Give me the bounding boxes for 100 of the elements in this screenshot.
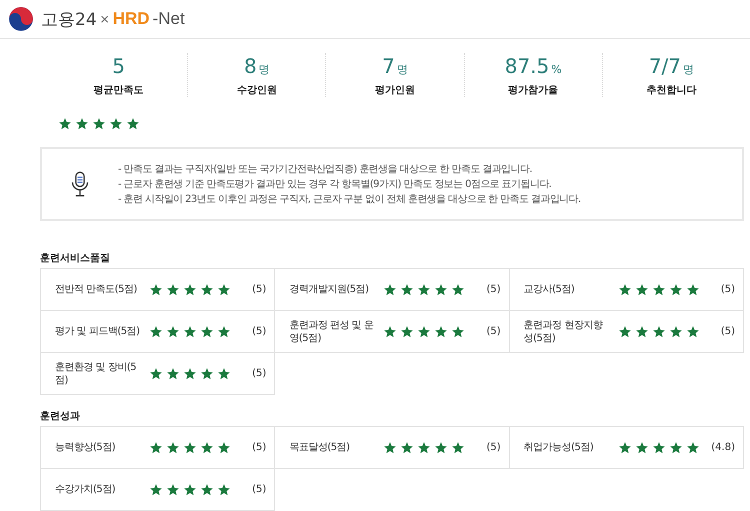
star-icon bbox=[634, 282, 649, 296]
rating-label: 수강가치(5점) bbox=[55, 483, 116, 496]
star-icon bbox=[383, 282, 398, 296]
brand-name: 고용24 bbox=[41, 8, 97, 30]
government-emblem-icon bbox=[8, 6, 34, 32]
star-icon bbox=[217, 440, 231, 454]
star-icon bbox=[200, 440, 214, 454]
star-icon bbox=[383, 324, 398, 338]
rating-score: (5) bbox=[486, 442, 501, 453]
rating-score: (5) bbox=[720, 326, 735, 337]
star-icon bbox=[92, 117, 106, 131]
star-icon bbox=[686, 282, 700, 296]
star-icon bbox=[434, 282, 448, 296]
rating-label: 평가 및 피드백(5점) bbox=[55, 325, 141, 338]
stat-label: 평가참가율 bbox=[507, 84, 560, 97]
stat-value: 87.5% bbox=[504, 53, 563, 79]
rating-label: 능력향상(5점) bbox=[55, 441, 116, 454]
rating-label: 훈련환경 및 장비(5점) bbox=[55, 360, 138, 386]
star-icon bbox=[668, 324, 683, 338]
star-icon bbox=[166, 324, 180, 338]
star-icon bbox=[668, 440, 683, 454]
separator-mark: × bbox=[100, 12, 110, 26]
star-icon bbox=[634, 440, 649, 454]
star-icon bbox=[75, 117, 89, 131]
star-icon bbox=[686, 440, 700, 454]
rating-score: (5) bbox=[720, 284, 735, 295]
star-icon bbox=[634, 324, 649, 338]
star-icon bbox=[217, 282, 231, 296]
star-icon bbox=[652, 282, 666, 296]
star-icon bbox=[149, 440, 163, 454]
rating-score: (5) bbox=[252, 368, 266, 379]
star-icon bbox=[183, 324, 197, 338]
star-icon bbox=[183, 482, 197, 496]
microphone-icon bbox=[70, 169, 90, 199]
star-icon bbox=[451, 324, 466, 338]
rating-score: (5) bbox=[252, 284, 266, 295]
star-icon bbox=[200, 482, 214, 496]
star-icon bbox=[417, 282, 432, 296]
star-icon bbox=[451, 440, 466, 454]
star-icon bbox=[200, 366, 214, 380]
star-icon bbox=[217, 324, 231, 338]
star-icon bbox=[126, 117, 140, 131]
rating-label: 취업가능성(5점) bbox=[524, 441, 594, 454]
notice-text: - 만족도 결과는 구직자(일반 또는 국가기간전략산업직종) 훈련생을 대상으로 한 만족도 결과입니다. bbox=[118, 162, 533, 176]
star-icon bbox=[166, 440, 180, 454]
star-icon bbox=[400, 440, 414, 454]
star-icon bbox=[166, 482, 180, 496]
stat-value: 7 명 bbox=[381, 53, 409, 79]
star-icon bbox=[58, 117, 72, 131]
star-icon bbox=[149, 482, 163, 496]
star-icon bbox=[166, 282, 180, 296]
notice-text: - 근로자 훈련생 기준 만족도평가 결과만 있는 경우 각 항목별(9가지) 만족도 정보는 0점으로 표기됩니다. bbox=[118, 178, 552, 192]
rating-score: (5) bbox=[252, 442, 266, 453]
stat-value: 8 명 bbox=[242, 53, 271, 79]
star-icon bbox=[200, 282, 214, 296]
stat-label: 평가인원 bbox=[374, 84, 416, 97]
star-icon bbox=[149, 282, 163, 296]
rating-label: 교강사(5점) bbox=[524, 283, 576, 296]
stat-value: 7/7 명 bbox=[648, 53, 695, 79]
partner-logo-text: HRD bbox=[112, 9, 150, 29]
stat-label: 추천합니다 bbox=[645, 84, 698, 97]
rating-label: 훈련과정 현장지향성(5점) bbox=[524, 318, 604, 344]
rating-score: (5) bbox=[252, 326, 266, 337]
stat-label: 평균만족도 bbox=[92, 84, 145, 97]
rating-label: 경력개발지원(5점) bbox=[289, 283, 370, 296]
partner-logo-suffix: -Net bbox=[152, 9, 185, 29]
star-icon bbox=[149, 324, 163, 338]
star-icon bbox=[686, 324, 700, 338]
star-icon bbox=[668, 282, 683, 296]
star-icon bbox=[434, 324, 448, 338]
star-icon bbox=[618, 440, 632, 454]
star-icon bbox=[217, 366, 231, 380]
star-icon bbox=[109, 117, 123, 131]
star-icon bbox=[166, 366, 180, 380]
rating-score: (5) bbox=[486, 326, 501, 337]
star-icon bbox=[183, 282, 197, 296]
star-icon bbox=[217, 482, 231, 496]
star-icon bbox=[417, 440, 432, 454]
star-icon bbox=[383, 440, 398, 454]
star-icon bbox=[618, 282, 632, 296]
star-icon bbox=[200, 324, 214, 338]
stat-label: 수강인원 bbox=[236, 84, 278, 97]
star-icon bbox=[149, 366, 163, 380]
star-icon bbox=[417, 324, 432, 338]
rating-score: (5) bbox=[252, 484, 266, 495]
star-icon bbox=[618, 324, 632, 338]
rating-label: 전반적 만족도(5점) bbox=[55, 283, 138, 296]
section-title: 훈련성과 bbox=[40, 410, 81, 423]
rating-score: (4.8) bbox=[711, 442, 735, 453]
star-icon bbox=[400, 324, 414, 338]
rating-label: 훈련과정 편성 및 운영(5점) bbox=[289, 318, 374, 344]
star-icon bbox=[183, 366, 197, 380]
rating-label: 목표달성(5점) bbox=[289, 441, 350, 454]
star-icon bbox=[652, 324, 666, 338]
section-title: 훈련서비스품질 bbox=[40, 252, 111, 265]
star-icon bbox=[183, 440, 197, 454]
star-icon bbox=[652, 440, 666, 454]
notice-text: - 훈련 시작일이 23년도 이후인 과정은 구직자, 근로자 구분 없이 전체 훈련생을 대상으로 한 만족도 결과입니다. bbox=[118, 192, 581, 206]
rating-score: (5) bbox=[486, 284, 501, 295]
stat-value: 5 bbox=[111, 53, 126, 79]
